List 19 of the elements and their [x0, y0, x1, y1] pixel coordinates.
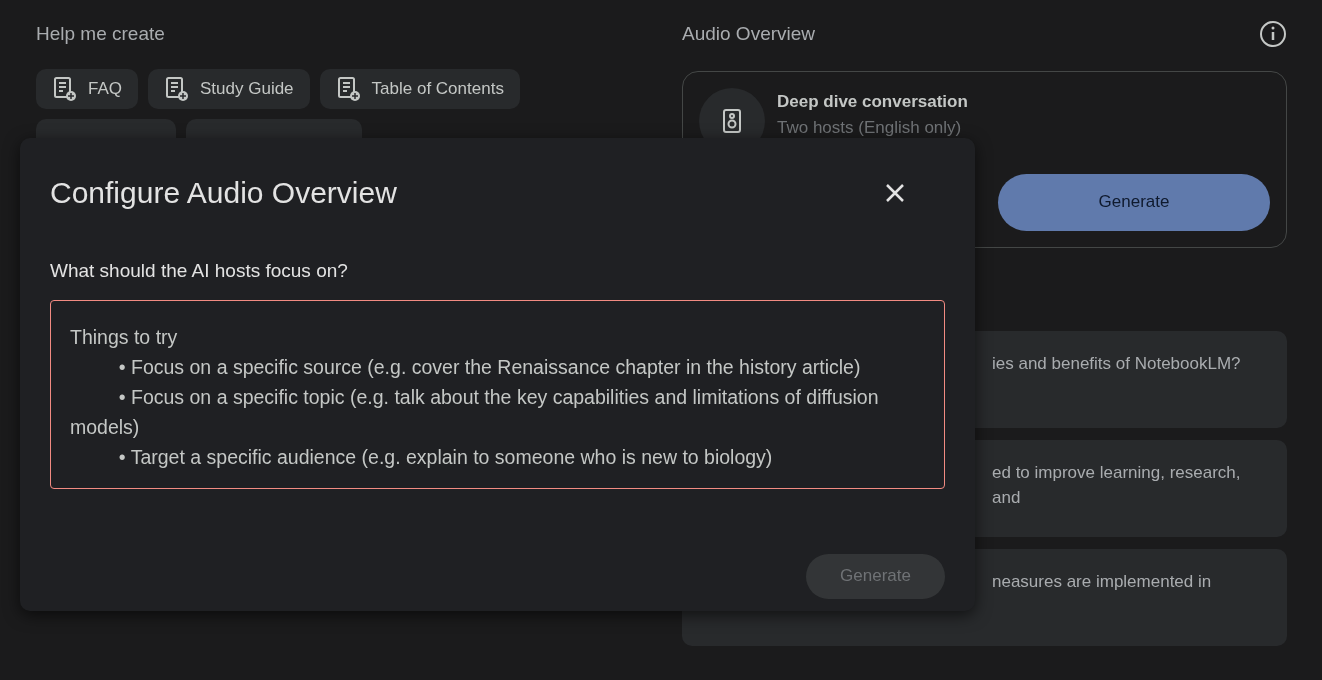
field-label: What should the AI hosts focus on?	[50, 259, 349, 283]
section-title: Help me create	[36, 22, 166, 46]
focus-input-field[interactable]: Things to try • Focus on a specific source (e.g. cover the Renaissance chapter in the history article) • Focus on a specific topic (e.g. talk about the key capabilities and limitations of diffusion models) • Target a specific audience (e.g. explain to someone who is new to biology)	[50, 299, 945, 489]
create-chip[interactable]: Table of Contents	[319, 68, 520, 109]
question-text: ies and benefits of NotebookLM?	[992, 353, 1241, 373]
create-chip[interactable]: FAQ	[36, 68, 138, 109]
question-text: neasures are implemented in	[992, 571, 1212, 591]
card-title: Deep dive conversation	[777, 91, 968, 113]
card-subtitle: Two hosts (English only)	[777, 116, 963, 139]
document-add-icon	[164, 75, 190, 102]
create-chip[interactable]: Study Guide	[148, 68, 310, 109]
info-icon[interactable]	[1259, 20, 1287, 49]
question-text: ed to improve learning, research, and	[992, 462, 1241, 507]
dialog-title: Configure Audio Overview	[50, 175, 397, 211]
document-add-icon	[335, 75, 362, 102]
section-title: Audio Overview	[682, 22, 816, 46]
generate-button[interactable]: Generate	[998, 173, 1270, 231]
document-add-icon	[52, 75, 78, 102]
close-icon[interactable]	[885, 182, 905, 203]
